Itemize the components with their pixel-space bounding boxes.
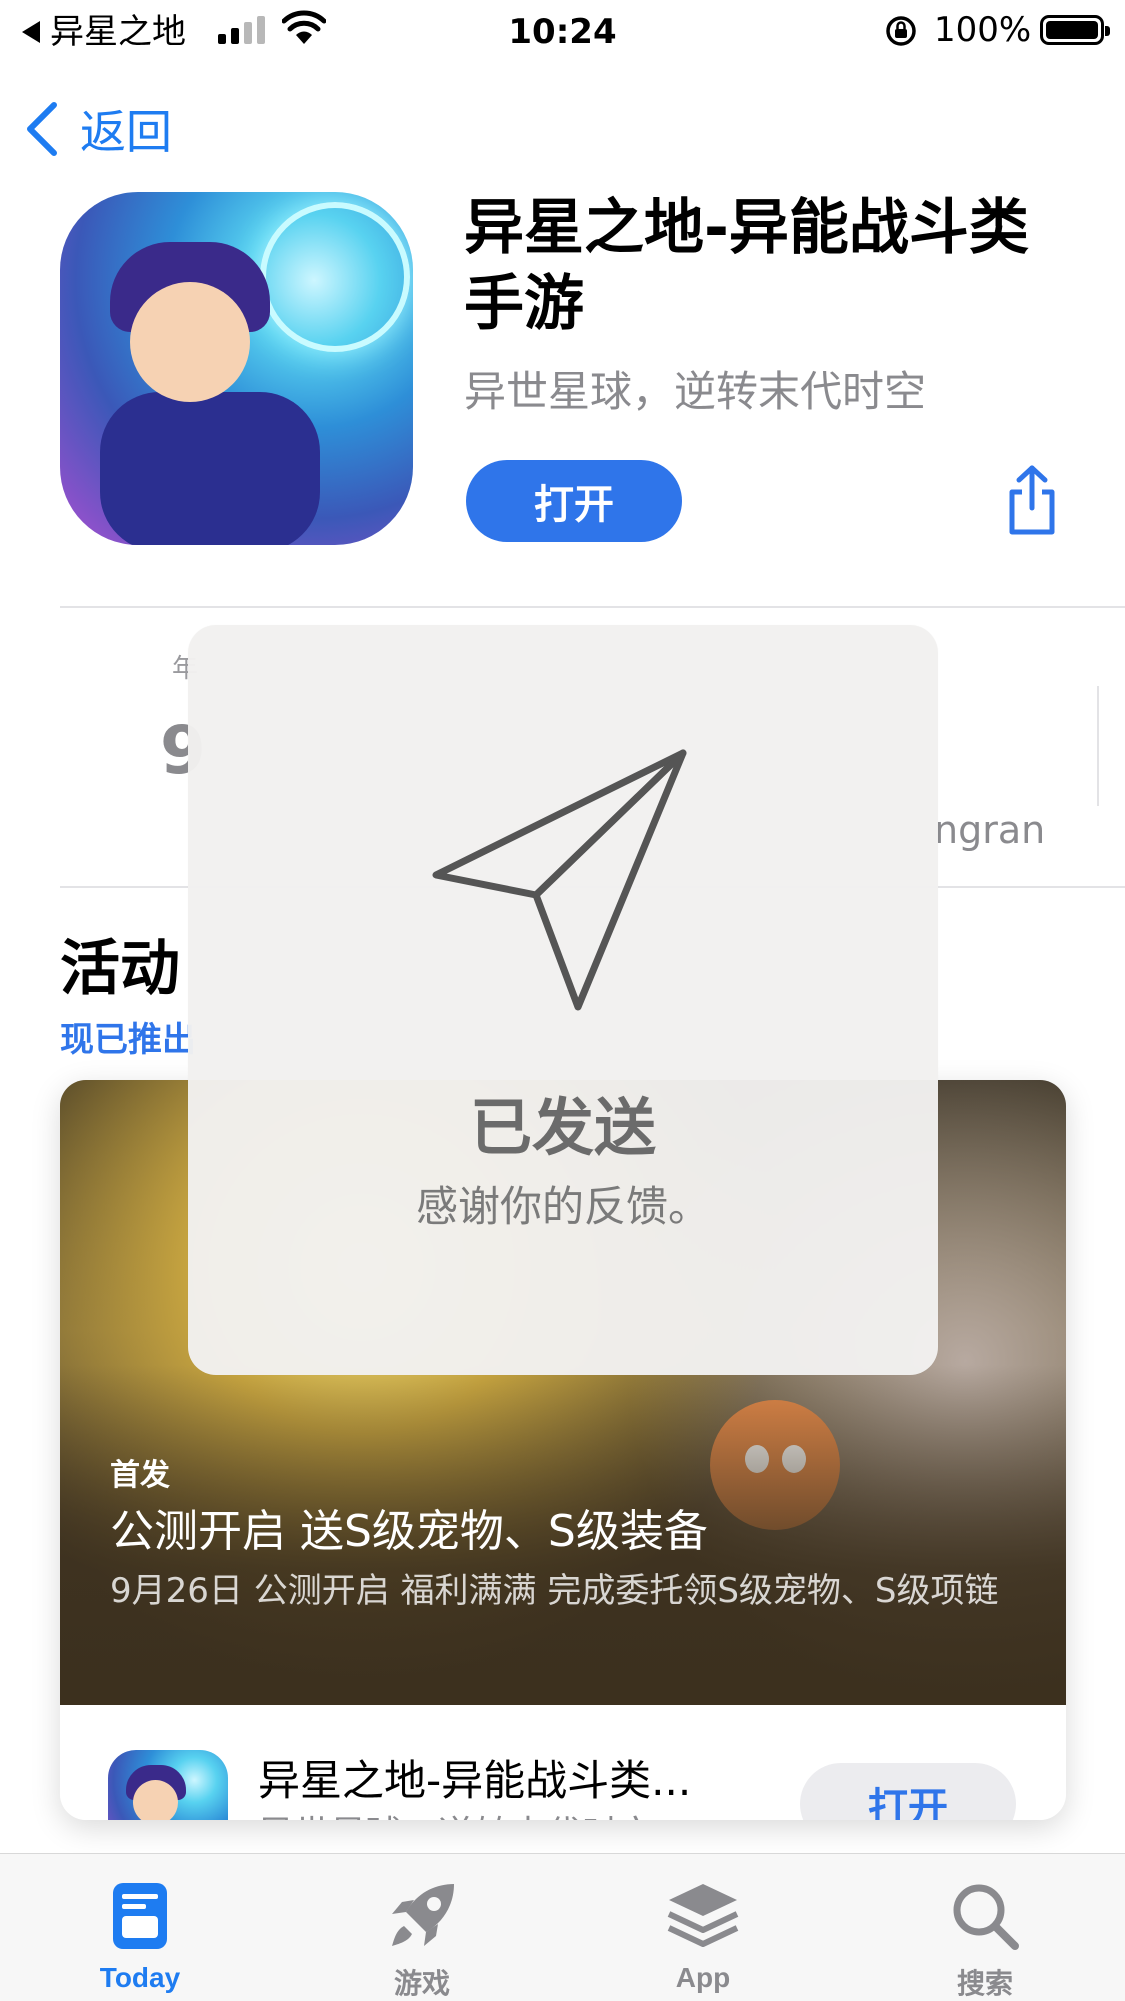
event-app-subtitle: 异世星球，逆转末代时空 bbox=[258, 1805, 654, 1820]
app-icon bbox=[60, 192, 413, 545]
paper-plane-icon bbox=[432, 749, 687, 1011]
app-subtitle: 异世星球，逆转末代时空 bbox=[464, 367, 927, 416]
event-title: 公测开启 送S级宠物、S级装备 bbox=[110, 1506, 708, 1557]
event-app-icon bbox=[108, 1750, 228, 1820]
tab-apps-label: App bbox=[675, 1962, 731, 1993]
rocket-icon bbox=[392, 1884, 454, 1946]
event-description: 9月26日 公测开启 福利满满 完成委托领S级宠物、S级项链 bbox=[110, 1571, 999, 1611]
chevron-left-icon bbox=[27, 102, 57, 156]
developer-name: ngran bbox=[934, 808, 1046, 852]
toast-title: 已发送 bbox=[469, 1091, 656, 1164]
tab-apps[interactable]: App bbox=[603, 1854, 803, 2001]
back-label: 返回 bbox=[80, 105, 172, 159]
status-bar: 异星之地 10:24 100% bbox=[0, 0, 1125, 64]
toast-message: 感谢你的反馈。 bbox=[415, 1182, 710, 1231]
battery-percent: 100% bbox=[934, 10, 1032, 50]
today-icon bbox=[113, 1883, 167, 1949]
info-divider bbox=[1097, 686, 1099, 806]
events-section-subtitle: 现已推出 bbox=[60, 1020, 196, 1060]
events-section-title: 活动 bbox=[60, 934, 180, 1004]
header-divider bbox=[60, 606, 1125, 608]
feedback-sent-toast: 已发送 感谢你的反馈。 bbox=[188, 625, 938, 1375]
tab-today-label: Today bbox=[99, 1962, 181, 1993]
app-title: 异星之地-异能战斗类手游 bbox=[464, 193, 1029, 339]
app-stack-icon bbox=[667, 1884, 739, 1947]
search-icon bbox=[953, 1884, 1019, 1950]
event-tag: 首发 bbox=[110, 1458, 170, 1493]
event-app-title: 异星之地-异能战斗类... bbox=[258, 1756, 692, 1805]
tab-search[interactable]: 搜索 bbox=[885, 1854, 1085, 2001]
event-open-button[interactable]: 打开 bbox=[800, 1763, 1016, 1820]
tab-bar: Today 游戏 App 搜索 bbox=[0, 1853, 1125, 2001]
orientation-lock-icon bbox=[886, 16, 916, 46]
battery-icon bbox=[1040, 15, 1110, 45]
open-button[interactable]: 打开 bbox=[466, 460, 682, 542]
tab-search-label: 搜索 bbox=[956, 1968, 1013, 1999]
back-button[interactable]: 返回 bbox=[24, 96, 172, 162]
share-icon[interactable] bbox=[1004, 464, 1060, 536]
tab-games[interactable]: 游戏 bbox=[322, 1854, 522, 2001]
tab-games-label: 游戏 bbox=[393, 1968, 450, 1999]
tab-today[interactable]: Today bbox=[40, 1854, 240, 2001]
event-app-row: 异星之地-异能战斗类... 异世星球，逆转末代时空 打开 bbox=[60, 1705, 1066, 1820]
